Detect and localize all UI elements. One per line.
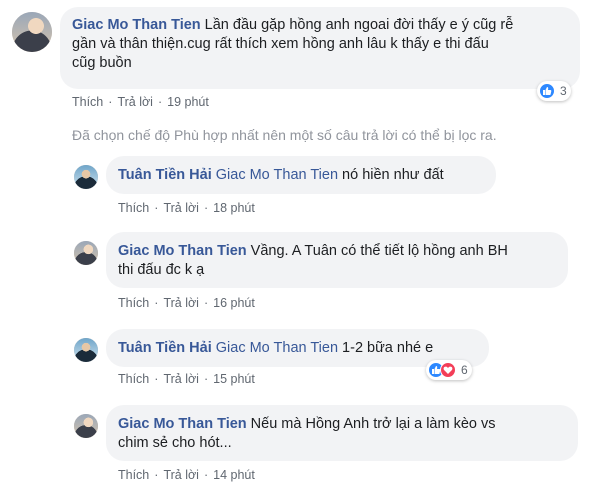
mention-tag[interactable]: Giac Mo Than Tien (216, 167, 338, 183)
reaction-summary[interactable]: 6 (426, 360, 472, 380)
comment-author[interactable]: Giac Mo Than Tien (72, 17, 201, 33)
comment-actions: Thích · Trả lời · 19 phút (72, 95, 209, 109)
timestamp[interactable]: 18 phút (213, 201, 255, 215)
like-button[interactable]: Thích (118, 201, 149, 215)
reaction-summary[interactable]: 3 (537, 81, 571, 101)
filter-notice: Đã chọn chế độ Phù hợp nhất nên một số c… (72, 127, 497, 143)
reaction-count: 6 (461, 363, 468, 377)
reply-button[interactable]: Trả lời (163, 468, 199, 482)
reaction-count: 3 (560, 84, 567, 98)
avatar[interactable] (74, 241, 98, 265)
like-button[interactable]: Thích (72, 95, 103, 109)
reply-bubble: Giac Mo Than Tien Vầng. A Tuân có thể ti… (106, 232, 568, 288)
reply-button[interactable]: Trả lời (117, 95, 153, 109)
reply-button[interactable]: Trả lời (163, 296, 199, 310)
timestamp[interactable]: 19 phút (167, 95, 209, 109)
mention-tag[interactable]: Giac Mo Than Tien (216, 340, 338, 356)
reply-button[interactable]: Trả lời (163, 372, 199, 386)
reply-author[interactable]: Giac Mo Than Tien (118, 416, 247, 432)
comment-bubble: Giac Mo Than Tien Lần đầu gặp hồng anh n… (60, 7, 580, 89)
reply-author[interactable]: Giac Mo Than Tien (118, 243, 247, 259)
avatar[interactable] (74, 414, 98, 438)
reply-author[interactable]: Tuân Tiền Hải (118, 340, 212, 356)
reply-author[interactable]: Tuân Tiền Hải (118, 167, 212, 183)
reply-text: nó hiền như đất (342, 167, 444, 183)
reply-actions: Thích · Trả lời · 14 phút (118, 468, 255, 482)
reply-actions: Thích · Trả lời · 15 phút (118, 372, 255, 386)
like-reaction-icon (539, 83, 555, 99)
like-button[interactable]: Thích (118, 296, 149, 310)
like-button[interactable]: Thích (118, 372, 149, 386)
like-button[interactable]: Thích (118, 468, 149, 482)
reply-actions: Thích · Trả lời · 16 phút (118, 296, 255, 310)
reply-button[interactable]: Trả lời (163, 201, 199, 215)
timestamp[interactable]: 14 phút (213, 468, 255, 482)
love-reaction-icon (440, 362, 456, 378)
reply-actions: Thích · Trả lời · 18 phút (118, 201, 255, 215)
reply-bubble: Tuân Tiền Hải Giac Mo Than Tien nó hiền … (106, 156, 496, 194)
avatar[interactable] (74, 165, 98, 189)
avatar[interactable] (74, 338, 98, 362)
timestamp[interactable]: 16 phút (213, 296, 255, 310)
reply-text: 1-2 bữa nhé e (342, 340, 434, 356)
avatar[interactable] (12, 12, 52, 52)
timestamp[interactable]: 15 phút (213, 372, 255, 386)
reply-bubble: Giac Mo Than Tien Nếu mà Hồng Anh trở lạ… (106, 405, 578, 461)
